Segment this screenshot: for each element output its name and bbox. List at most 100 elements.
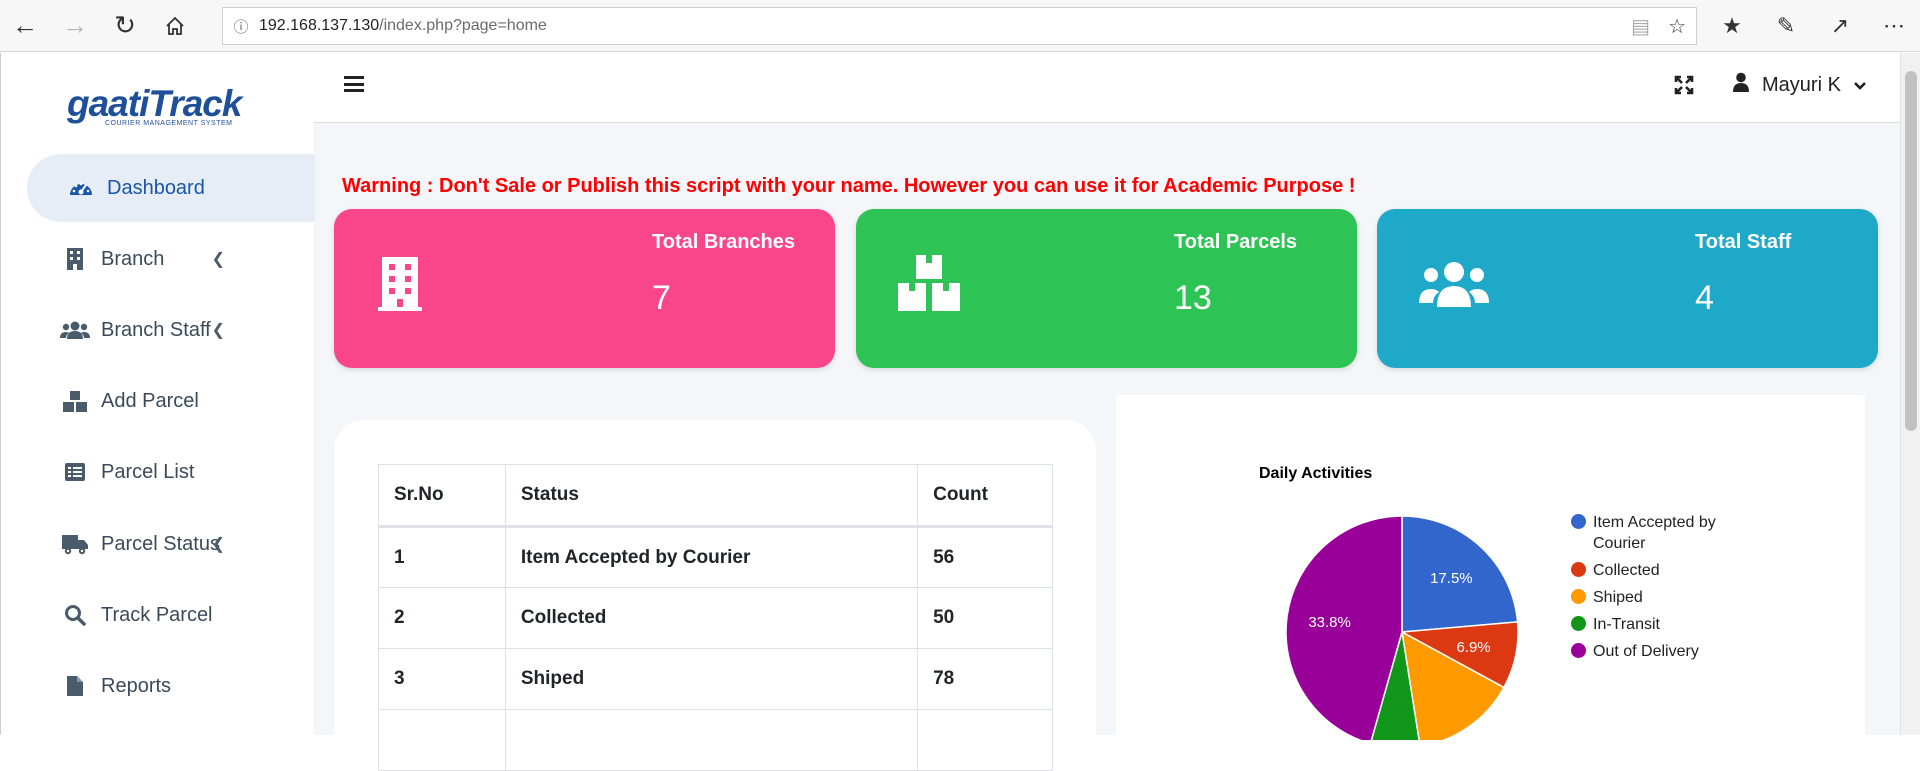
- table-cell: 2: [378, 587, 506, 649]
- legend-swatch: [1571, 514, 1586, 529]
- table-header: Sr.No: [378, 464, 506, 528]
- status-table-card: Sr.No Status Count 1 Item Accepted by Co…: [334, 420, 1096, 771]
- site-info-icon[interactable]: ⓘ: [223, 16, 259, 37]
- legend-item[interactable]: Collected: [1571, 560, 1743, 581]
- scrollbar-thumb[interactable]: [1905, 71, 1917, 431]
- share-icon[interactable]: ↗: [1820, 0, 1860, 52]
- file-icon: [59, 675, 91, 697]
- user-name: Mayuri K: [1762, 73, 1841, 96]
- legend-swatch: [1571, 562, 1586, 577]
- sidebar: gaatiTrack COURIER MANAGEMENT SYSTEM Das…: [0, 53, 315, 735]
- legend-label: Shiped: [1593, 589, 1643, 606]
- stat-value: 13: [1174, 279, 1212, 317]
- fullscreen-icon[interactable]: [1674, 75, 1694, 100]
- table-cell: 1: [378, 526, 506, 588]
- legend-item[interactable]: Shiped: [1571, 587, 1743, 608]
- stat-value: 7: [652, 279, 671, 317]
- legend-item[interactable]: In-Transit: [1571, 614, 1743, 635]
- refresh-icon[interactable]: ↻: [100, 0, 150, 52]
- browser-toolbar: ← → ↻ ⓘ 192.168.137.130/index.php?page=h…: [0, 0, 1920, 52]
- sidebar-item-branch-staff[interactable]: Branch Staff ❮: [27, 296, 315, 364]
- stat-card-branches: Total Branches 7: [334, 209, 835, 368]
- table-row: 2 Collected 50: [378, 587, 1053, 649]
- stat-label: Total Branches: [652, 231, 795, 253]
- sidebar-item-reports[interactable]: Reports: [27, 652, 315, 720]
- sidebar-item-parcel-status[interactable]: Parcel Status ❮: [27, 510, 315, 578]
- legend-label: Out of Delivery: [1593, 643, 1699, 660]
- table-cell: [378, 709, 506, 771]
- legend-label: In-Transit: [1593, 616, 1660, 633]
- table-header-row: Sr.No Status Count: [378, 464, 1053, 528]
- sidebar-item-label: Parcel Status: [101, 532, 220, 555]
- status-table: Sr.No Status Count 1 Item Accepted by Co…: [378, 464, 1053, 771]
- legend-label: Collected: [1593, 562, 1660, 579]
- sidebar-item-parcel-list[interactable]: Parcel List: [27, 438, 315, 506]
- address-bar[interactable]: ⓘ 192.168.137.130/index.php?page=home ▤ …: [222, 7, 1697, 45]
- sidebar-item-label: Track Parcel: [101, 603, 213, 626]
- pie-chart: 17.5% 6.9% 33.8%: [1285, 515, 1519, 740]
- table-cell: 56: [917, 526, 1053, 588]
- legend-item[interactable]: Item Accepted by Courier: [1571, 512, 1743, 554]
- legend-item[interactable]: Out of Delivery: [1571, 641, 1743, 662]
- sidebar-item-label: Parcel List: [101, 460, 195, 483]
- stat-label: Total Parcels: [1174, 231, 1298, 253]
- users-icon: [59, 320, 91, 340]
- sidebar-item-branch[interactable]: Branch ❮: [27, 225, 315, 293]
- table-cell: Shiped: [504, 648, 919, 710]
- sidebar-item-add-parcel[interactable]: Add Parcel: [27, 367, 315, 435]
- table-header: Status: [504, 464, 919, 528]
- sidebar-item-label: Reports: [101, 674, 172, 697]
- legend-label: Item Accepted by Courier: [1593, 514, 1716, 552]
- users-icon: [1419, 261, 1489, 312]
- search-icon: [59, 604, 91, 626]
- table-cell: Item Accepted by Courier: [504, 526, 919, 588]
- favorites-icon[interactable]: ★: [1712, 0, 1752, 52]
- truck-icon: [59, 533, 91, 555]
- legend-swatch: [1571, 589, 1586, 604]
- table-row: [378, 709, 1053, 771]
- dashboard-icon: [65, 177, 97, 199]
- table-cell: 3: [378, 648, 506, 710]
- sidebar-item-dashboard[interactable]: Dashboard: [27, 154, 315, 222]
- home-icon[interactable]: [150, 0, 200, 52]
- table-cell: Collected: [504, 587, 919, 649]
- chart-card: Daily Activities 17.5% 6.9% 33.8% Item Acc…: [1116, 395, 1865, 740]
- page: gaatiTrack COURIER MANAGEMENT SYSTEM Das…: [0, 53, 1900, 771]
- list-icon: [59, 462, 91, 482]
- user-icon: [1732, 72, 1750, 98]
- table-cell: [504, 709, 919, 771]
- logo-subtitle: COURIER MANAGEMENT SYSTEM: [105, 120, 233, 127]
- building-icon: [376, 255, 424, 316]
- chart-legend: Item Accepted by Courier Collected Shiped I…: [1571, 512, 1743, 668]
- page-scrollbar[interactable]: [1900, 53, 1920, 735]
- chevron-left-icon: ❮: [211, 322, 225, 339]
- user-menu[interactable]: Mayuri K: [1732, 72, 1867, 98]
- pie-slice-label: 6.9%: [1456, 639, 1490, 656]
- table-row: 1 Item Accepted by Courier 56: [378, 526, 1053, 588]
- chevron-left-icon: ❮: [211, 251, 225, 268]
- boxes-icon: [59, 390, 91, 412]
- pie-slice-label: 33.8%: [1308, 614, 1351, 631]
- chevron-down-icon: [1853, 74, 1867, 97]
- reading-view-icon[interactable]: ▤: [1631, 14, 1650, 39]
- stat-card-parcels: Total Parcels 13: [856, 209, 1357, 368]
- back-icon[interactable]: ←: [0, 0, 50, 52]
- table-cell: 50: [917, 587, 1053, 649]
- more-icon[interactable]: ⋯: [1874, 0, 1914, 52]
- sidebar-item-label: Dashboard: [107, 176, 205, 199]
- sidebar-item-track-parcel[interactable]: Track Parcel: [27, 581, 315, 649]
- table-cell: 78: [917, 648, 1053, 710]
- table-cell: [917, 709, 1053, 771]
- forward-icon[interactable]: →: [50, 0, 100, 52]
- legend-swatch: [1571, 643, 1586, 658]
- pen-icon[interactable]: ✎: [1766, 0, 1806, 52]
- hamburger-menu-icon[interactable]: [344, 76, 364, 92]
- sidebar-item-label: Branch Staff: [101, 318, 211, 341]
- sidebar-item-label: Add Parcel: [101, 389, 199, 412]
- favorite-star-icon[interactable]: ☆: [1668, 14, 1686, 39]
- pie-slice-label: 17.5%: [1430, 570, 1473, 587]
- stat-card-staff: Total Staff 4: [1377, 209, 1878, 368]
- logo[interactable]: gaatiTrack COURIER MANAGEMENT SYSTEM: [67, 85, 242, 127]
- boxes-icon: [898, 255, 960, 316]
- warning-text: Warning : Don't Sale or Publish this scr…: [342, 175, 1356, 197]
